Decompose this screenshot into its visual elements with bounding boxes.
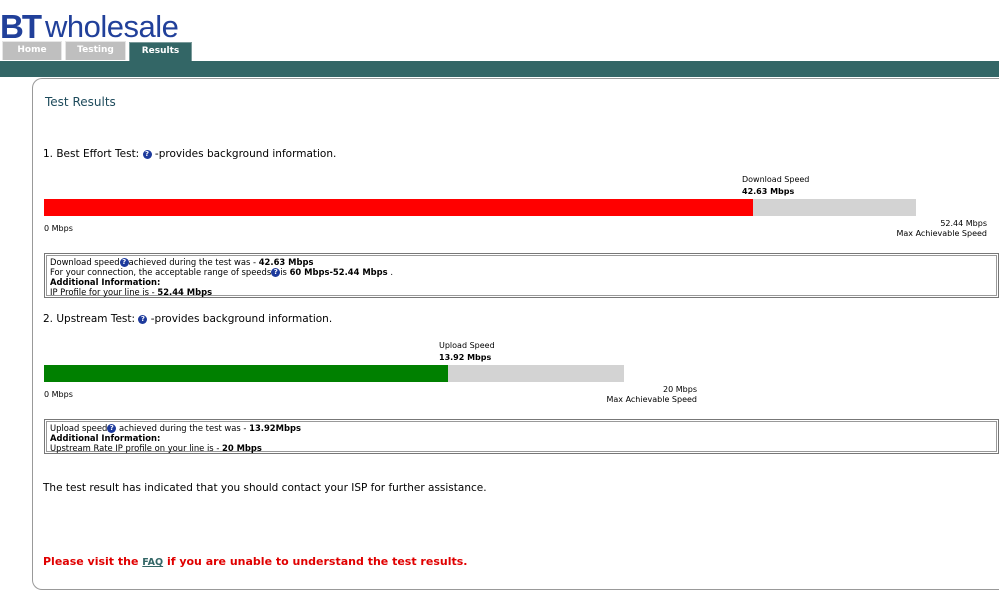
upload-speed-bar-fill	[44, 365, 448, 382]
upstream-heading-text: 2. Upstream Test:	[43, 313, 136, 325]
upload-max-label: Max Achievable Speed	[606, 395, 697, 404]
question-circle-icon[interactable]: ?	[271, 268, 281, 277]
logo-wholesale: wholesale	[45, 9, 179, 44]
question-circle-icon[interactable]: ?	[119, 258, 129, 267]
download-speed-label: Download Speed	[742, 175, 810, 184]
download-speed-bar-fill	[44, 199, 753, 216]
upload-min-label: 0 Mbps	[44, 390, 73, 399]
upload-speed-value: 13.92 Mbps	[439, 353, 492, 362]
upload-info-line-2: Additional Information:	[50, 433, 161, 443]
header: BT wholesale Home Testing Results	[0, 0, 999, 62]
download-max-value: 52.44 Mbps	[940, 219, 987, 228]
download-min-label: 0 Mbps	[44, 224, 73, 233]
download-info-line-1: Download speed? achieved during the test …	[50, 257, 314, 267]
question-circle-icon[interactable]: ?	[138, 315, 148, 324]
download-max-label: Max Achievable Speed	[896, 229, 987, 238]
download-info-line-4: IP Profile for your line is - 52.44 Mbps	[50, 287, 213, 297]
download-speed-bar	[44, 199, 916, 216]
tab-home[interactable]: Home	[2, 41, 62, 60]
question-circle-icon[interactable]: ?	[142, 150, 152, 159]
upload-max-value: 20 Mbps	[663, 385, 697, 394]
upstream-heading: 2. Upstream Test: ? -provides background…	[43, 313, 332, 325]
download-info-box: Download speed? achieved during the test …	[44, 253, 999, 298]
question-circle-icon[interactable]: ?	[107, 424, 117, 433]
upstream-heading-suffix: -provides background information.	[150, 313, 333, 325]
upload-info-line-1: Upload speed? achieved during the test w…	[50, 423, 301, 433]
faq-notice: Please visit the FAQ if you are unable t…	[43, 555, 468, 568]
header-band	[0, 61, 999, 77]
upload-speed-label: Upload Speed	[439, 341, 495, 350]
page-title: Test Results	[45, 95, 116, 109]
download-info-line-2: For your connection, the acceptable rang…	[50, 267, 393, 277]
download-info-line-3: Additional Information:	[50, 277, 161, 287]
download-speed-value: 42.63 Mbps	[742, 187, 795, 196]
best-effort-heading-text: 1. Best Effort Test:	[43, 148, 140, 160]
result-message: The test result has indicated that you s…	[43, 482, 487, 494]
upload-speed-bar	[44, 365, 624, 382]
upload-info-box: Upload speed? achieved during the test w…	[44, 419, 999, 454]
best-effort-heading-suffix: -provides background information.	[154, 148, 337, 160]
faq-link[interactable]: FAQ	[142, 557, 163, 568]
upload-info-line-3: Upstream Rate IP profile on your line is…	[50, 443, 262, 453]
best-effort-heading: 1. Best Effort Test: ? -provides backgro…	[43, 148, 336, 160]
tab-testing[interactable]: Testing	[65, 41, 126, 60]
tab-results[interactable]: Results	[129, 42, 192, 62]
